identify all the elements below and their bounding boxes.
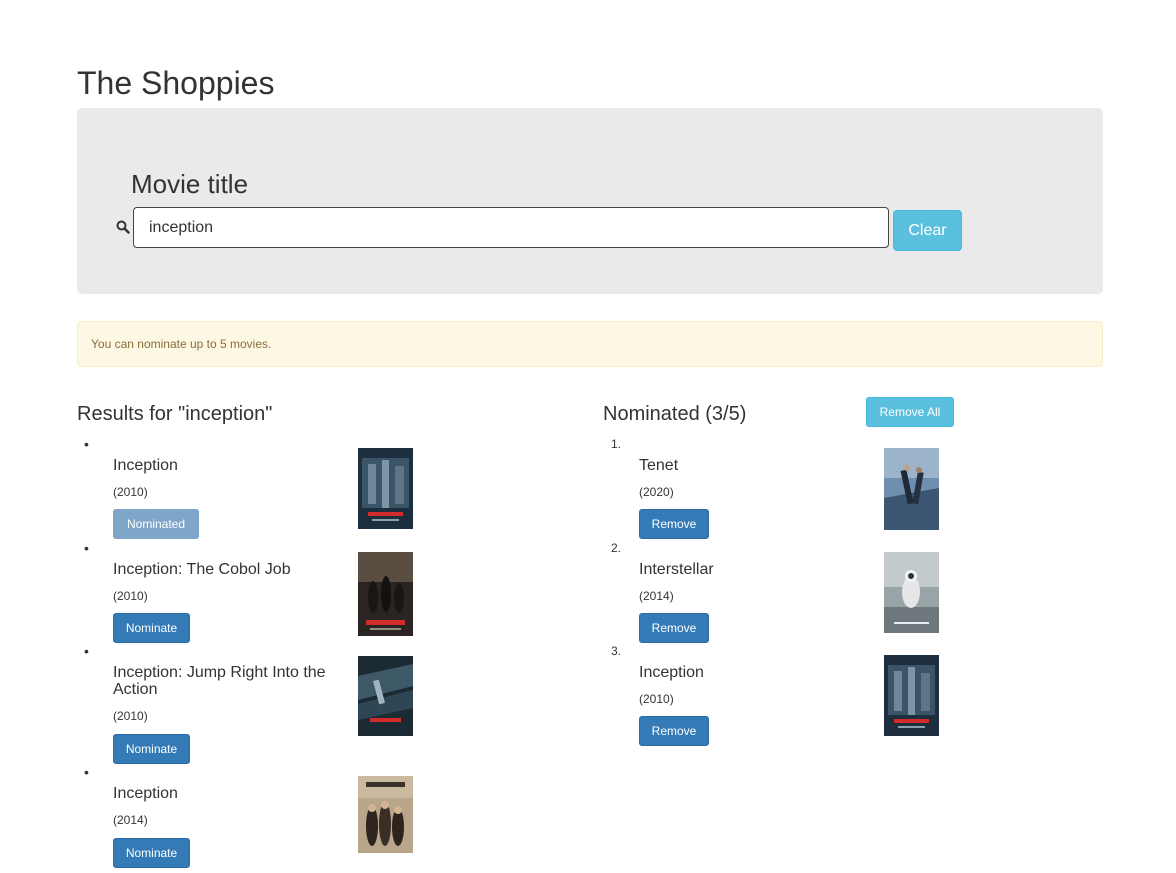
result-year: (2010) xyxy=(113,709,148,723)
search-input[interactable] xyxy=(133,207,889,248)
nomination-year: (2010) xyxy=(639,692,674,706)
result-title: Inception: The Cobol Job xyxy=(113,561,291,578)
remove-button[interactable]: Remove xyxy=(639,716,709,746)
result-title: Inception xyxy=(113,457,178,474)
cobol-job-poster-icon xyxy=(358,552,413,636)
inception-poster-icon xyxy=(884,655,939,736)
remove-all-button[interactable]: Remove All xyxy=(866,397,954,427)
nomination-year: (2014) xyxy=(639,589,674,603)
search-panel: Movie title Clear xyxy=(77,108,1103,294)
nomination-title: Inception xyxy=(639,664,704,681)
list-number: 3. xyxy=(611,644,622,658)
results-heading: Results for "inception" xyxy=(77,403,273,425)
remove-button[interactable]: Remove xyxy=(639,613,709,643)
result-title: Inception: Jump Right Into the Action xyxy=(113,664,326,698)
page-title: The Shoppies xyxy=(77,65,275,101)
list-number: 1. xyxy=(611,437,622,451)
inception-2014-poster-icon xyxy=(358,776,413,853)
list-number: 2. xyxy=(611,541,622,555)
list-bullet: • xyxy=(84,436,89,452)
list-bullet: • xyxy=(84,764,89,780)
nomination-title: Tenet xyxy=(639,457,679,474)
page: The Shoppies Movie title Clear You can n… xyxy=(0,0,1176,873)
nominate-button[interactable]: Nominate xyxy=(113,734,190,764)
result-year: (2010) xyxy=(113,589,148,603)
nomination-year: (2020) xyxy=(639,485,674,499)
tenet-poster-icon xyxy=(884,448,939,530)
search-label: Movie title xyxy=(131,169,249,199)
search-icon xyxy=(116,220,132,236)
nominate-button[interactable]: Nominate xyxy=(113,613,190,643)
clear-button[interactable]: Clear xyxy=(893,210,962,251)
nominations-heading: Nominated (3/5) xyxy=(603,403,747,425)
nomination-title: Interstellar xyxy=(639,561,714,578)
result-year: (2014) xyxy=(113,813,148,827)
inception-poster-icon xyxy=(358,448,413,529)
interstellar-poster-icon xyxy=(884,552,939,633)
jump-right-poster-icon xyxy=(358,656,413,736)
list-bullet: • xyxy=(84,643,89,659)
nominated-button[interactable]: Nominated xyxy=(113,509,199,539)
remove-button[interactable]: Remove xyxy=(639,509,709,539)
list-bullet: • xyxy=(84,540,89,556)
result-year: (2010) xyxy=(113,485,148,499)
result-title: Inception xyxy=(113,785,178,802)
nominate-button[interactable]: Nominate xyxy=(113,838,190,868)
nomination-limit-alert: You can nominate up to 5 movies. xyxy=(77,321,1103,367)
